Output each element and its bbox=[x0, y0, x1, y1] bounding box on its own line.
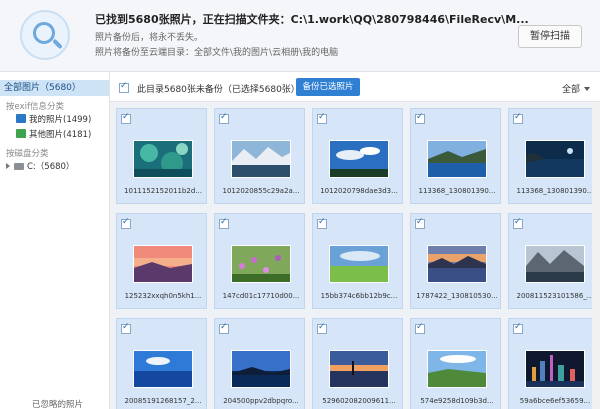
photo-thumbnail[interactable] bbox=[134, 351, 192, 387]
photo-checkbox[interactable] bbox=[513, 112, 523, 124]
photo-checkbox[interactable] bbox=[219, 112, 229, 124]
photo-item[interactable]: 529602082009611... bbox=[312, 318, 403, 409]
chevron-down-icon bbox=[584, 87, 591, 91]
scan-header: 已找到5680张照片，正在扫描文件夹：C:\1.work\QQ\28079844… bbox=[0, 0, 600, 72]
photo-checkbox[interactable] bbox=[513, 322, 523, 334]
photo-item[interactable]: 59a6bce6ef53659... bbox=[508, 318, 599, 409]
photo-checkbox[interactable] bbox=[317, 112, 327, 124]
photo-thumbnail[interactable] bbox=[526, 141, 584, 177]
sidebar-item-my-photos[interactable]: 我的照片(1499) bbox=[16, 114, 91, 127]
photo-filename: 113368_130801390... bbox=[516, 187, 594, 195]
scan-subtitle: 照片备份后，将永不丢失。 bbox=[95, 33, 204, 43]
sidebar-item-label: 其他图片(4181) bbox=[29, 130, 92, 140]
photo-thumbnail[interactable] bbox=[134, 246, 192, 282]
photo-item[interactable]: 1787422_130810530... bbox=[410, 213, 501, 309]
photo-filename: 1012020798dae3d3... bbox=[320, 187, 398, 195]
photo-thumbnail[interactable] bbox=[526, 351, 584, 387]
photo-thumbnail[interactable] bbox=[232, 141, 290, 177]
photo-checkbox[interactable] bbox=[219, 217, 229, 229]
photo-thumbnail[interactable] bbox=[134, 141, 192, 177]
photo-checkbox[interactable] bbox=[415, 322, 425, 334]
backup-status-text: 此目录5680张未备份（已选择5680张） bbox=[137, 85, 300, 95]
drive-label: C:（5680） bbox=[27, 162, 75, 172]
photo-grid: 1011152152011b2d... 1012020855c29a2a... 10… bbox=[110, 102, 600, 409]
photo-filename: 204500ppv2dbpqro... bbox=[223, 397, 299, 405]
photo-filename: 200811523101586_... bbox=[516, 292, 594, 300]
photo-thumbnail[interactable] bbox=[330, 246, 388, 282]
photo-filename: 529602082009611... bbox=[322, 397, 396, 405]
photo-thumbnail[interactable] bbox=[428, 246, 486, 282]
filter-dropdown[interactable]: 全部 bbox=[562, 82, 591, 95]
sidebar-item-other-photos[interactable]: 其他图片(4181) bbox=[16, 129, 91, 142]
vertical-scrollbar[interactable] bbox=[592, 102, 600, 409]
photo-item[interactable]: 200811523101586_... bbox=[508, 213, 599, 309]
photo-checkbox[interactable] bbox=[415, 217, 425, 229]
photo-item[interactable]: 113368_130801390... bbox=[410, 108, 501, 204]
photo-thumbnail[interactable] bbox=[526, 246, 584, 282]
photo-filename: 147cd01c17710d00... bbox=[222, 292, 300, 300]
hard-drive-icon bbox=[14, 163, 24, 170]
photo-item[interactable]: 125232xxqh0n5kh1... bbox=[116, 213, 207, 309]
image-icon bbox=[16, 129, 26, 138]
sidebar-item-ignored-photos[interactable]: 已忽略的照片 bbox=[32, 398, 83, 409]
photo-item[interactable]: 20085191268157_2... bbox=[116, 318, 207, 409]
sidebar-item-all-photos[interactable]: 全部图片（5680） bbox=[0, 80, 109, 96]
photo-checkbox[interactable] bbox=[513, 217, 523, 229]
photo-checkbox[interactable] bbox=[121, 217, 131, 229]
camera-icon bbox=[16, 114, 26, 123]
sidebar-item-drive-c[interactable]: C:（5680） bbox=[6, 160, 74, 172]
photo-thumbnail[interactable] bbox=[428, 141, 486, 177]
pause-scan-button[interactable]: 暂停扫描 bbox=[518, 25, 582, 48]
select-all-checkbox[interactable] bbox=[119, 81, 129, 93]
expand-arrow-icon[interactable] bbox=[6, 163, 10, 169]
photo-thumbnail[interactable] bbox=[330, 141, 388, 177]
photo-item[interactable]: 1012020798dae3d3... bbox=[312, 108, 403, 204]
photo-thumbnail[interactable] bbox=[232, 351, 290, 387]
photo-filename: 125232xxqh0n5kh1... bbox=[124, 292, 202, 300]
backup-selected-button[interactable]: 备份已选照片 bbox=[296, 78, 360, 96]
sidebar: 全部图片（5680） 按exif信息分类 我的照片(1499) 其他图片(418… bbox=[0, 72, 110, 409]
photo-filename: 20085191268157_2... bbox=[124, 397, 202, 405]
photo-item[interactable]: 1011152152011b2d... bbox=[116, 108, 207, 204]
disk-category-label: 按磁盘分类 bbox=[6, 149, 49, 159]
photo-filename: 1012020855c29a2a... bbox=[222, 187, 300, 195]
exif-category-label: 按exif信息分类 bbox=[6, 102, 64, 112]
photo-toolbar: 此目录5680张未备份（已选择5680张） 备份已选照片 全部 bbox=[110, 72, 600, 102]
photo-thumbnail[interactable] bbox=[232, 246, 290, 282]
photo-thumbnail[interactable] bbox=[428, 351, 486, 387]
photo-item[interactable]: 1012020855c29a2a... bbox=[214, 108, 305, 204]
photo-checkbox[interactable] bbox=[317, 217, 327, 229]
scan-status-title: 已找到5680张照片，正在扫描文件夹：C:\1.work\QQ\28079844… bbox=[95, 13, 529, 26]
photo-checkbox[interactable] bbox=[317, 322, 327, 334]
sidebar-item-label: 我的照片(1499) bbox=[29, 115, 92, 125]
photo-thumbnail[interactable] bbox=[330, 351, 388, 387]
photo-checkbox[interactable] bbox=[415, 112, 425, 124]
photo-checkbox[interactable] bbox=[219, 322, 229, 334]
filter-label: 全部 bbox=[562, 85, 581, 95]
magnifier-icon bbox=[20, 10, 70, 60]
photo-filename: 1011152152011b2d... bbox=[124, 187, 202, 195]
photo-item[interactable]: 204500ppv2dbpqro... bbox=[214, 318, 305, 409]
photo-item[interactable]: 147cd01c17710d00... bbox=[214, 213, 305, 309]
backup-destination-text: 照片将备份至云端目录：全部文件\我的图片\云相册\我的电脑 bbox=[95, 48, 339, 58]
photo-filename: 113368_130801390... bbox=[418, 187, 496, 195]
photo-checkbox[interactable] bbox=[121, 112, 131, 124]
photo-item[interactable]: 574e9258d109b3d... bbox=[410, 318, 501, 409]
photo-filename: 59a6bce6ef53659... bbox=[519, 397, 591, 405]
photo-filename: 15bb374c6bb12b9c... bbox=[320, 292, 398, 300]
photo-item[interactable]: 15bb374c6bb12b9c... bbox=[312, 213, 403, 309]
photo-item[interactable]: 113368_130801390... bbox=[508, 108, 599, 204]
photo-checkbox[interactable] bbox=[121, 322, 131, 334]
photo-filename: 1787422_130810530... bbox=[416, 292, 498, 300]
photo-filename: 574e9258d109b3d... bbox=[420, 397, 494, 405]
